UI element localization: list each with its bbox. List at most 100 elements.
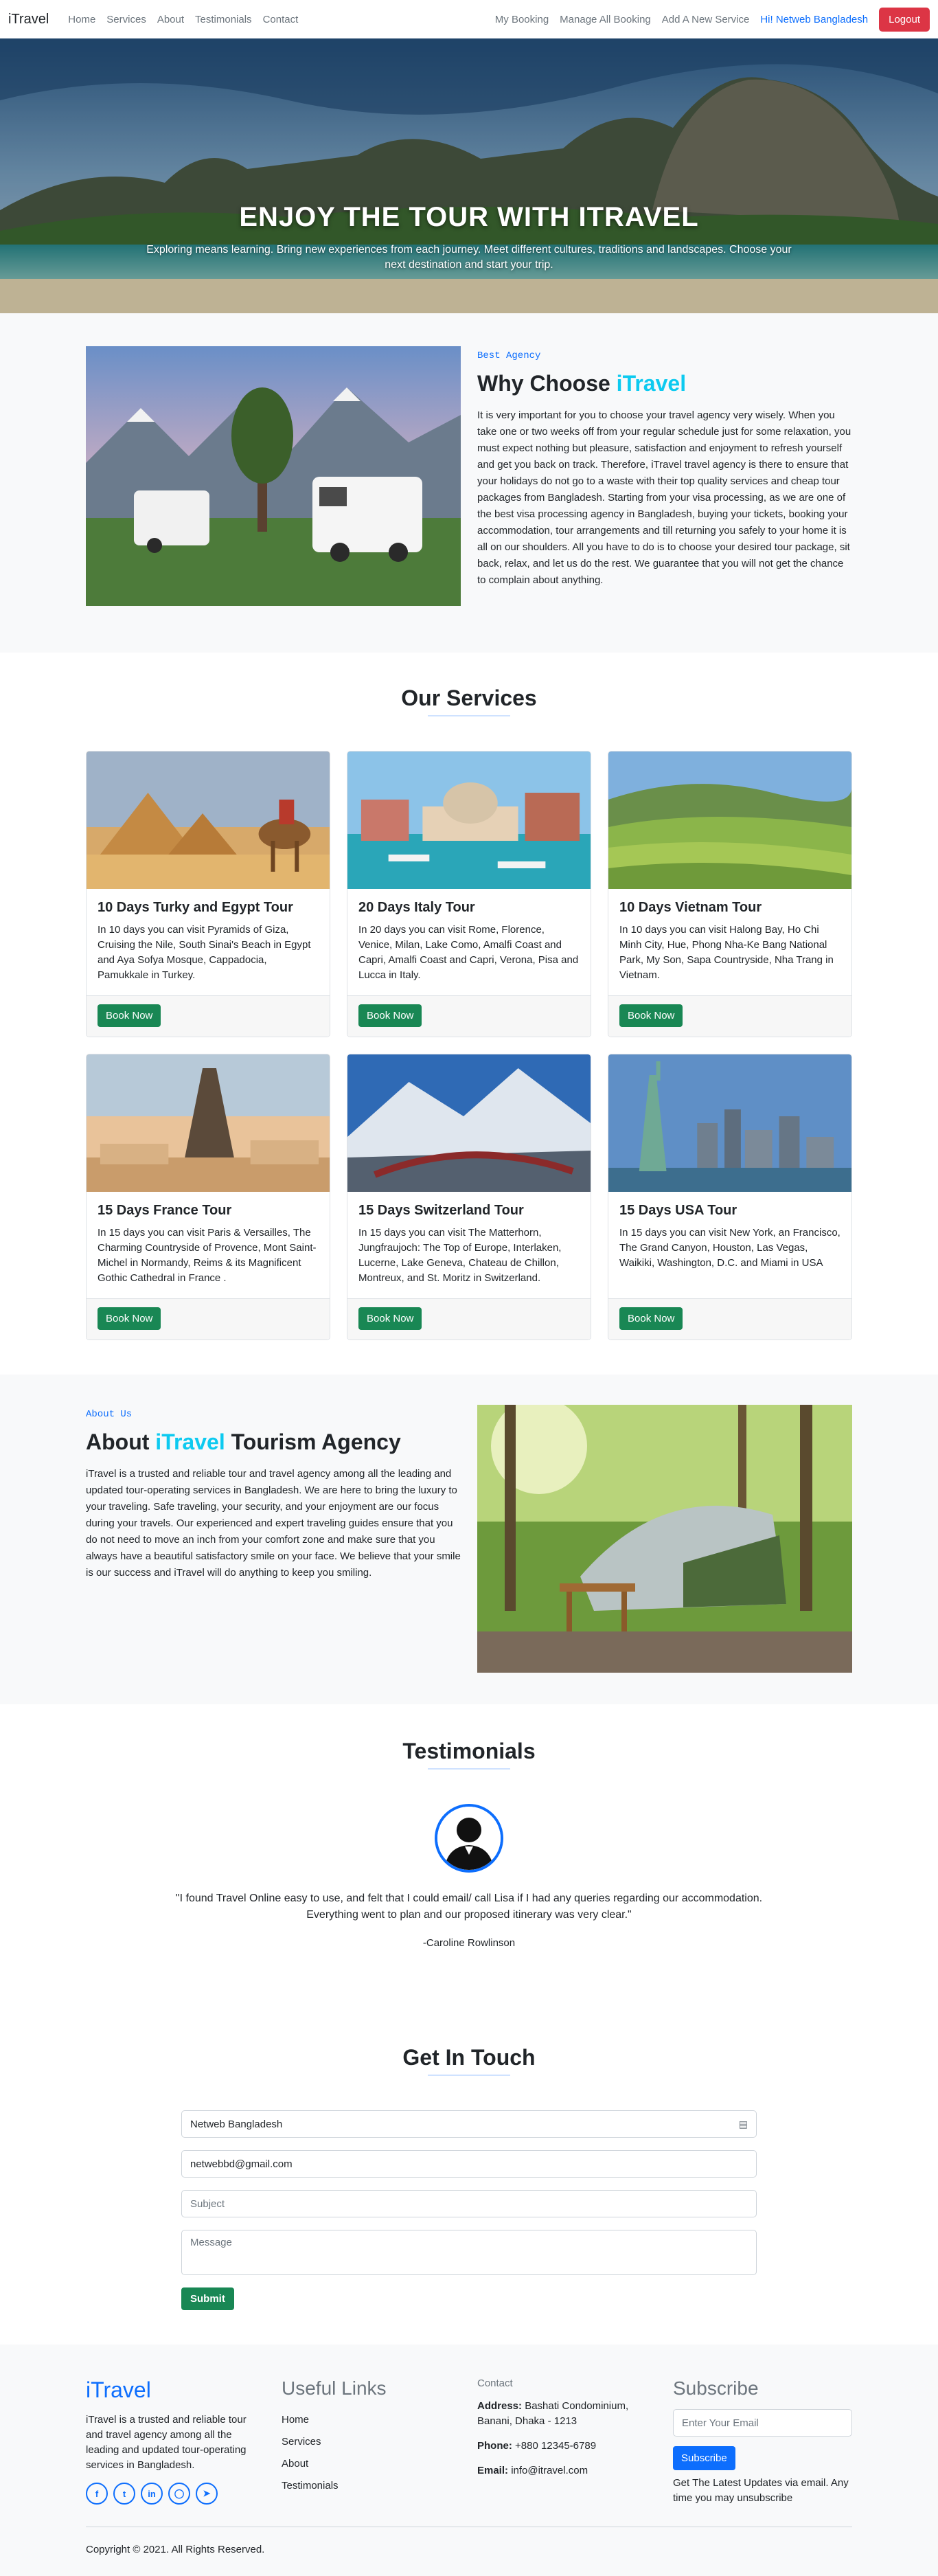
card-text: In 15 days you can visit New York, an Fr… (619, 1227, 840, 1269)
email-field[interactable]: netwebbd@gmail.com (181, 2150, 757, 2178)
title-underline (428, 2075, 510, 2076)
service-card-france: 15 Days France Tour In 15 days you can v… (86, 1054, 330, 1340)
about-title-prefix: About (86, 1430, 150, 1454)
hero-subtitle: Exploring means learning. Bring new expe… (146, 244, 792, 271)
card-footer: Book Now (87, 995, 330, 1037)
twitter-icon[interactable]: t (113, 2483, 135, 2505)
card-text: In 15 days you can visit Paris & Versail… (98, 1227, 317, 1284)
book-now-button[interactable]: Book Now (619, 1004, 683, 1027)
why-choose-section: Best Agency Why Choose iTravel It is ver… (0, 313, 938, 653)
card-body: 15 Days USA Tour In 15 days you can visi… (608, 1192, 851, 1298)
message-field[interactable]: Message (181, 2230, 757, 2275)
footer-brand[interactable]: iTravel (86, 2377, 265, 2403)
card-footer: Book Now (87, 1298, 330, 1340)
rice-terraces-image (608, 752, 851, 889)
card-body: 15 Days Switzerland Tour In 15 days you … (347, 1192, 591, 1298)
title-underline (428, 715, 510, 716)
email-value: netwebbd@gmail.com (190, 2158, 293, 2170)
name-field[interactable]: Netweb Bangladesh ▤ (181, 2110, 757, 2138)
service-card-italy: 20 Days Italy Tour In 20 days you can vi… (347, 751, 591, 1037)
social-links: f t in ◯ ➤ (86, 2483, 265, 2505)
card-footer: Book Now (608, 1298, 851, 1340)
book-now-button[interactable]: Book Now (619, 1307, 683, 1330)
nav-manage-booking-link[interactable]: Manage All Booking (560, 14, 651, 25)
camping-tent-image (477, 1405, 852, 1673)
why-kicker: Best Agency (477, 350, 541, 361)
email-label: Email: (477, 2465, 509, 2476)
nav-about-link[interactable]: About (157, 14, 184, 25)
navbar: iTravel Home Services About Testimonials… (0, 0, 938, 38)
title-underline (428, 1768, 510, 1770)
card-text: In 15 days you can visit The Matterhorn,… (358, 1227, 562, 1284)
nav-add-service-link[interactable]: Add A New Service (662, 14, 750, 25)
subject-field[interactable]: Subject (181, 2190, 757, 2217)
card-text: In 10 days you can visit Halong Bay, Ho … (619, 924, 834, 981)
footer-link-home[interactable]: Home (282, 2409, 461, 2431)
footer-links: Useful Links Home Services About Testimo… (282, 2377, 461, 2506)
card-title: 20 Days Italy Tour (358, 900, 475, 915)
subscribe-button[interactable]: Subscribe (673, 2446, 735, 2470)
address-label: Address: (477, 2400, 523, 2412)
hero-text: ENJOY THE TOUR WITH ITRAVEL Exploring me… (0, 202, 938, 273)
footer-address: Address: Bashati Condominium, Banani, Dh… (477, 2399, 656, 2429)
brand-logo[interactable]: iTravel (8, 12, 49, 27)
footer-phone: Phone: +880 12345-6789 (477, 2439, 656, 2454)
instagram-icon[interactable]: ◯ (168, 2483, 190, 2505)
submit-button[interactable]: Submit (181, 2287, 234, 2310)
service-card-egypt: 10 Days Turky and Egypt Tour In 10 days … (86, 751, 330, 1037)
nav-home-link[interactable]: Home (68, 14, 95, 25)
card-text: In 20 days you can visit Rome, Florence,… (358, 924, 579, 981)
eiffel-tower-image (87, 1054, 330, 1192)
nav-services-link[interactable]: Services (106, 14, 146, 25)
hero-title: ENJOY THE TOUR WITH ITRAVEL (239, 202, 699, 232)
book-now-button[interactable]: Book Now (98, 1004, 161, 1027)
user-greeting: Hi! Netweb Bangladesh (760, 13, 869, 25)
service-card-usa: 15 Days USA Tour In 15 days you can visi… (608, 1054, 852, 1340)
linkedin-icon[interactable]: in (141, 2483, 163, 2505)
subscribe-placeholder: Enter Your Email (682, 2417, 759, 2429)
about-title: About iTravel Tourism Agency (86, 1430, 461, 1455)
footer-link-testimonials[interactable]: Testimonials (282, 2475, 461, 2497)
avatar (435, 1804, 503, 1873)
nav-my-booking-link[interactable]: My Booking (495, 14, 549, 25)
card-body: 15 Days France Tour In 15 days you can v… (87, 1192, 330, 1298)
why-title-accent: iTravel (616, 371, 687, 396)
card-title: 10 Days Turky and Egypt Tour (98, 900, 293, 915)
book-now-button[interactable]: Book Now (358, 1307, 422, 1330)
footer-link-services[interactable]: Services (282, 2431, 461, 2453)
nav-contact-link[interactable]: Contact (263, 14, 299, 25)
subscribe-note: Get The Latest Updates via email. Any ti… (673, 2477, 849, 2504)
card-title: 10 Days Vietnam Tour (619, 900, 762, 915)
copyright: Copyright © 2021. All Rights Reserved. (86, 2544, 265, 2555)
email-address[interactable]: info@itravel.com (511, 2465, 588, 2476)
services-title: Our Services (401, 686, 537, 710)
subject-placeholder: Subject (190, 2197, 225, 2210)
statue-of-liberty-image (608, 1054, 851, 1192)
facebook-icon[interactable]: f (86, 2483, 108, 2505)
footer-link-about[interactable]: About (282, 2453, 461, 2475)
footer-links-title: Useful Links (282, 2377, 387, 2399)
logout-button[interactable]: Logout (879, 7, 930, 32)
pyramids-image (87, 752, 330, 889)
nav-left: Home Services About Testimonials Contact (68, 14, 309, 25)
why-text: It is very important for you to choose y… (477, 409, 851, 586)
why-title-prefix: Why Choose (477, 371, 610, 396)
about-kicker: About Us (86, 1409, 133, 1420)
about-content: About Us About iTravel Tourism Agency iT… (86, 1405, 461, 1673)
service-cards: 10 Days Turky and Egypt Tour In 10 days … (86, 751, 852, 1340)
footer-subscribe: Subscribe Enter Your Email Subscribe Get… (673, 2377, 852, 2506)
testimonial-quote: "I found Travel Online easy to use, and … (175, 1893, 763, 1921)
contact-section: Get In Touch Netweb Bangladesh ▤ netwebb… (0, 2004, 938, 2345)
subscribe-email-input[interactable]: Enter Your Email (673, 2409, 852, 2437)
venice-image (347, 752, 591, 889)
testimonial-author: -Caroline Rowlinson (422, 1937, 516, 1949)
telegram-icon[interactable]: ➤ (196, 2483, 218, 2505)
book-now-button[interactable]: Book Now (98, 1307, 161, 1330)
footer: iTravel iTravel is a trusted and reliabl… (0, 2345, 938, 2576)
nav-right: My Booking Manage All Booking Add A New … (495, 7, 930, 32)
card-text: In 10 days you can visit Pyramids of Giz… (98, 924, 311, 981)
footer-email: Email: info@itravel.com (477, 2463, 656, 2478)
book-now-button[interactable]: Book Now (358, 1004, 422, 1027)
card-footer: Book Now (608, 995, 851, 1037)
nav-testimonials-link[interactable]: Testimonials (195, 14, 252, 25)
